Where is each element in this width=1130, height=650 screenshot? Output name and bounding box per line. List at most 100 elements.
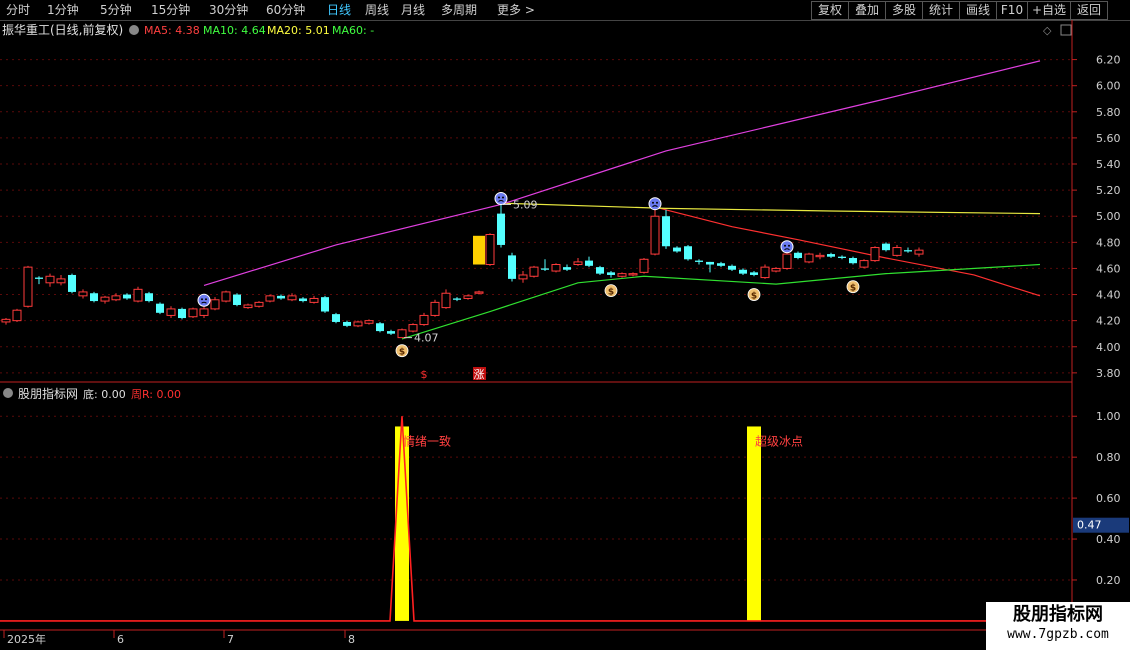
ma10-label: MA10: 4.64 [203, 24, 266, 37]
candle-body-up [518, 274, 528, 280]
price-tick-label: 4.00 [1096, 341, 1121, 354]
price-tick-label: 5.00 [1096, 210, 1121, 223]
tab-30min[interactable]: 30分钟 [209, 0, 248, 20]
candle-body-up [485, 233, 495, 266]
date-label: 8 [348, 633, 355, 646]
indicator-zhour-label: 周R: 0.00 [131, 388, 181, 401]
price-tick-label: 4.40 [1096, 289, 1121, 302]
candle-body-up [815, 254, 825, 258]
indicator-panel: 情绪一致 超级冰点 [0, 416, 1072, 622]
candle-body-up [12, 309, 22, 322]
candle-body-down [35, 277, 43, 279]
candle-body-up [914, 249, 924, 255]
tab-15min[interactable]: 15分钟 [151, 0, 190, 20]
statistics-button[interactable]: 统计 [922, 1, 960, 20]
candle-body-up [309, 297, 319, 303]
date-label: 2025年 [7, 632, 46, 646]
candle-body-up [111, 295, 121, 301]
indicator-tick-label: 0.20 [1096, 574, 1121, 587]
draw-line-button[interactable]: 画线 [959, 1, 997, 20]
candle-body-up [265, 295, 275, 302]
indicator-tick-label: 0.40 [1096, 533, 1121, 546]
diamond-icon[interactable]: ◇ [1043, 24, 1052, 37]
tab-5min[interactable]: 5分钟 [100, 0, 132, 20]
tab-weekly[interactable]: 周线 [365, 0, 389, 20]
chart-frame [0, 20, 1073, 650]
candle-body-up [210, 299, 220, 310]
price-tick-label: 4.60 [1096, 262, 1121, 275]
candle-body-up [573, 261, 583, 266]
candle-body-up [45, 275, 55, 284]
candle-body-up [760, 266, 770, 279]
ma20-line [500, 202, 1041, 215]
sad-face-eye [498, 196, 500, 199]
stock-chart[interactable]: 振华重工(日线,前复权) MA5: 4.38 MA10: 4.64 MA20: … [0, 20, 1130, 650]
candle-body-up [529, 266, 539, 277]
candle-body-down [827, 254, 835, 257]
back-button[interactable]: 返回 [1070, 1, 1108, 20]
candle-body-down [739, 269, 747, 274]
price-tick-label: 3.80 [1096, 367, 1121, 380]
axes: 6.20 6.00 5.80 5.60 5.40 5.20 5.00 4.80 4.60 4.40… [3, 54, 1129, 646]
candle-body-up [771, 267, 781, 272]
tab-monthly[interactable]: 月线 [401, 0, 425, 20]
ma-lines [203, 60, 1041, 340]
tab-1min[interactable]: 1分钟 [47, 0, 79, 20]
ma10-line [401, 263, 1041, 340]
tab-daily[interactable]: 日线 [327, 0, 351, 20]
sad-face-eye [502, 196, 504, 199]
candle-body-down [662, 216, 670, 247]
ma5-line [654, 206, 1041, 297]
restore-rights-button[interactable]: 复权 [811, 1, 849, 20]
candle-body-down [673, 247, 681, 252]
ma5-label: MA5: 4.38 [144, 24, 200, 37]
candle-body-down [596, 267, 604, 274]
price-tick-label: 5.40 [1096, 158, 1121, 171]
price-marker: 涨 [474, 368, 485, 381]
sad-face-icon [494, 191, 508, 205]
price-tick-label: 5.20 [1096, 184, 1121, 197]
candle-body-down [233, 294, 241, 305]
candle-body-up [100, 296, 110, 302]
candle-body-down [849, 257, 857, 264]
indicator-tick-label: 1.00 [1096, 410, 1121, 423]
sad-face-eye [652, 201, 654, 204]
date-label: 6 [117, 633, 124, 646]
tab-multi-period[interactable]: 多周期 [441, 0, 477, 20]
dropdown-icon[interactable] [129, 25, 139, 35]
candle-body-up [419, 314, 429, 326]
candle-body-down [541, 268, 549, 270]
candle-body-down [90, 293, 98, 302]
money-bag-symbol: $ [399, 348, 405, 358]
candle-body-down [68, 274, 76, 292]
overlay-button[interactable]: 叠加 [848, 1, 886, 20]
f10-button[interactable]: F10 [996, 1, 1028, 20]
candles [1, 204, 924, 339]
multi-stock-button[interactable]: 多股 [885, 1, 923, 20]
price-tick-label: 5.80 [1096, 106, 1121, 119]
sad-face-eye [788, 244, 790, 247]
candle-body-up [1, 318, 11, 323]
candle-body-up [859, 260, 869, 268]
candle-body-down [750, 272, 758, 275]
candle-body-down [156, 303, 164, 313]
candle-body-down [706, 261, 714, 265]
panel-toggle-icon[interactable] [1060, 24, 1072, 36]
candle-body-up [870, 247, 880, 262]
candle-body-up [804, 253, 814, 263]
indicator-name: 股朋指标网 [18, 386, 78, 401]
stock-title: 振华重工(日线,前复权) [2, 22, 123, 37]
candle-body-up [78, 291, 88, 297]
candle-body-up [199, 308, 209, 316]
candle-body-up [892, 247, 902, 256]
tab-more[interactable]: 更多 > [497, 0, 535, 20]
indicator-tick-label: 0.60 [1096, 492, 1121, 505]
candle-body-down [299, 298, 307, 302]
indicator-dropdown-icon[interactable] [3, 388, 13, 398]
add-watchlist-button[interactable]: +自选 [1027, 1, 1071, 20]
candle-body-down [178, 308, 186, 319]
sad-face-eye [205, 298, 207, 301]
tab-intraday[interactable]: 分时 [6, 0, 30, 20]
candle-body-up [430, 301, 440, 316]
tab-60min[interactable]: 60分钟 [266, 0, 305, 20]
